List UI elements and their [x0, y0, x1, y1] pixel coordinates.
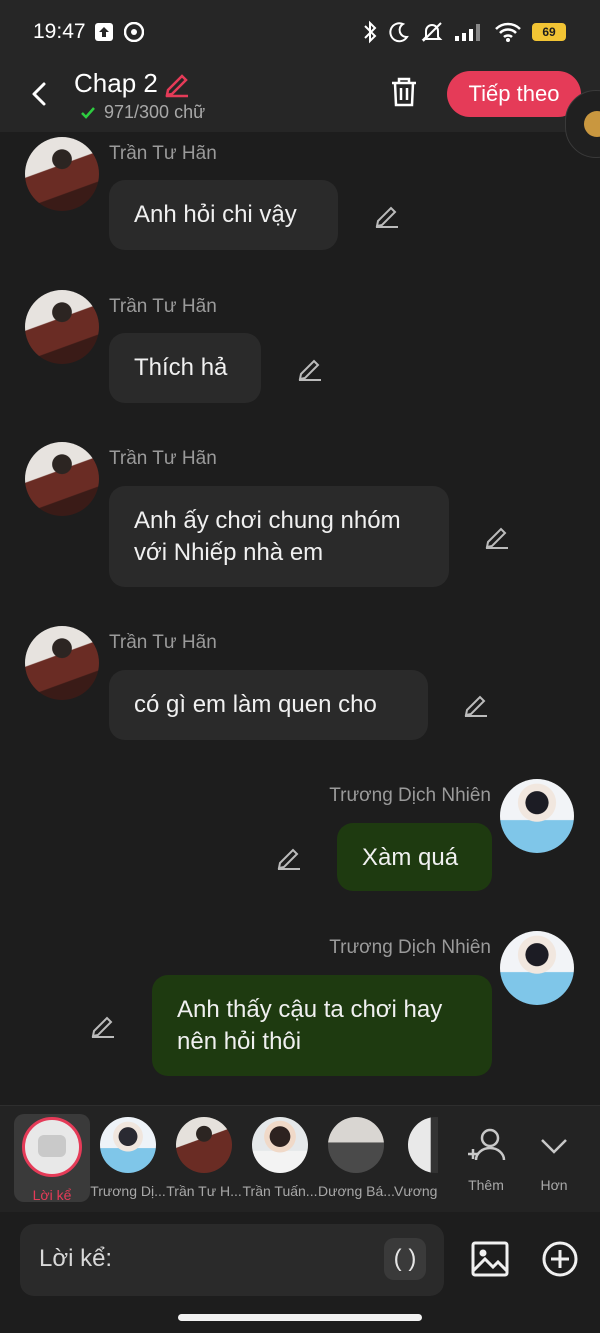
add-label: Thêm: [468, 1177, 504, 1193]
upload-notification-icon: [95, 23, 113, 41]
bluetooth-icon: [364, 20, 377, 44]
edit-message-icon[interactable]: [275, 843, 303, 871]
tray-item-character[interactable]: Trần Tuấn...: [242, 1114, 318, 1202]
message-row: Trần Tư Hãn Anh ấy chơi chung nhóm với N…: [0, 442, 600, 592]
trash-icon[interactable]: [386, 74, 422, 110]
word-count: 971/300 chữ: [80, 102, 205, 123]
tray-item-character[interactable]: Trần Tư H...: [166, 1114, 242, 1202]
avatar[interactable]: [500, 931, 574, 1005]
word-count-text: 971/300 chữ: [104, 102, 206, 122]
tray-item-label: Dương Bá...: [318, 1183, 394, 1199]
message-row: Trần Tư Hãn Thích hả: [0, 290, 600, 410]
message-bubble[interactable]: Anh hỏi chi vậy: [109, 180, 338, 250]
message-row: Trương Dịch Nhiên Xàm quá: [0, 779, 600, 899]
more-label: Hơn: [540, 1177, 568, 1193]
chevron-down-icon: [541, 1139, 567, 1154]
avatar: [252, 1117, 308, 1173]
avatar: [408, 1117, 438, 1173]
tray-item-narration[interactable]: Lời kể: [14, 1114, 90, 1203]
sender-name: Trương Dịch Nhiên: [329, 937, 491, 958]
sender-name: Trần Tư Hãn: [109, 296, 217, 317]
chapter-header: Chap 2 971/300 chữ Tiếp theo: [0, 64, 600, 132]
status-bar: 19:47 69: [0, 0, 600, 64]
narration-input[interactable]: Lời kể: ( ): [20, 1224, 444, 1296]
sender-name: Trần Tư Hãn: [109, 632, 217, 653]
input-label: Lời kể:: [39, 1245, 113, 1272]
tray-item-label: Trương Dị...: [90, 1183, 166, 1199]
tray-item-label: Trần Tư H...: [166, 1183, 242, 1199]
avatar: [328, 1117, 384, 1173]
message-bubble[interactable]: Thích hả: [109, 333, 261, 403]
tray-item-character[interactable]: Vương: [394, 1114, 438, 1202]
battery-icon: 69: [532, 23, 566, 41]
edit-title-icon[interactable]: [162, 68, 192, 98]
avatar: [176, 1117, 232, 1173]
image-icon[interactable]: [470, 1239, 510, 1279]
avatar[interactable]: [25, 290, 99, 364]
sender-name: Trần Tư Hãn: [109, 143, 217, 164]
tray-item-character[interactable]: Trương Dị...: [90, 1114, 166, 1202]
message-bubble[interactable]: Anh ấy chơi chung nhóm với Nhiếp nhà em: [109, 486, 449, 587]
sender-name: Trương Dịch Nhiên: [329, 785, 491, 806]
tray-item-label: Lời kể: [32, 1187, 72, 1203]
moon-icon: [389, 22, 409, 43]
message-row: Trần Tư Hãn có gì em làm quen cho: [0, 626, 600, 746]
narration-icon: [22, 1117, 82, 1177]
avatar[interactable]: [500, 779, 574, 853]
add-person-icon: [468, 1128, 506, 1161]
more-button[interactable]: Hơn: [516, 1114, 592, 1202]
check-icon: [81, 106, 95, 119]
aperture-icon: [124, 22, 144, 42]
message-row: Trần Tư Hãn Anh hỏi chi vậy: [0, 137, 600, 257]
edit-message-icon[interactable]: [89, 1011, 117, 1039]
coin-icon: [584, 111, 600, 137]
bell-muted-icon: [421, 22, 443, 42]
message-bubble[interactable]: có gì em làm quen cho: [109, 670, 428, 740]
character-tray: Lời kể Trương Dị... Trần Tư H... Trần Tu…: [0, 1105, 600, 1212]
back-icon[interactable]: [22, 76, 58, 112]
add-character-button[interactable]: Thêm: [448, 1114, 524, 1202]
avatar[interactable]: [25, 626, 99, 700]
avatar[interactable]: [25, 442, 99, 516]
paren-button[interactable]: ( ): [384, 1238, 426, 1280]
tray-item-character[interactable]: Dương Bá...: [318, 1114, 394, 1202]
chapter-title: Chap 2: [74, 68, 158, 98]
message-bubble[interactable]: Anh thấy cậu ta chơi hay nên hỏi thôi: [152, 975, 492, 1076]
home-indicator[interactable]: [178, 1314, 422, 1321]
status-right-icons: 69: [362, 20, 566, 44]
tray-item-label: Trần Tuấn...: [242, 1183, 318, 1199]
add-icon[interactable]: [540, 1239, 580, 1279]
avatar: [100, 1117, 156, 1173]
edit-message-icon[interactable]: [373, 201, 401, 229]
next-button[interactable]: Tiếp theo: [447, 71, 581, 117]
status-time: 19:47: [33, 20, 86, 43]
edit-message-icon[interactable]: [483, 522, 511, 550]
sender-name: Trần Tư Hãn: [109, 448, 217, 469]
signal-icon: [455, 24, 480, 41]
edit-message-icon[interactable]: [296, 354, 324, 382]
status-left-icons: [94, 22, 144, 42]
tray-item-label: Vương: [394, 1183, 438, 1199]
avatar[interactable]: [25, 137, 99, 211]
wifi-icon: [495, 22, 521, 42]
message-row: Trương Dịch Nhiên Anh thấy cậu ta chơi h…: [0, 931, 600, 1081]
message-bubble[interactable]: Xàm quá: [337, 823, 492, 891]
edit-message-icon[interactable]: [462, 690, 490, 718]
